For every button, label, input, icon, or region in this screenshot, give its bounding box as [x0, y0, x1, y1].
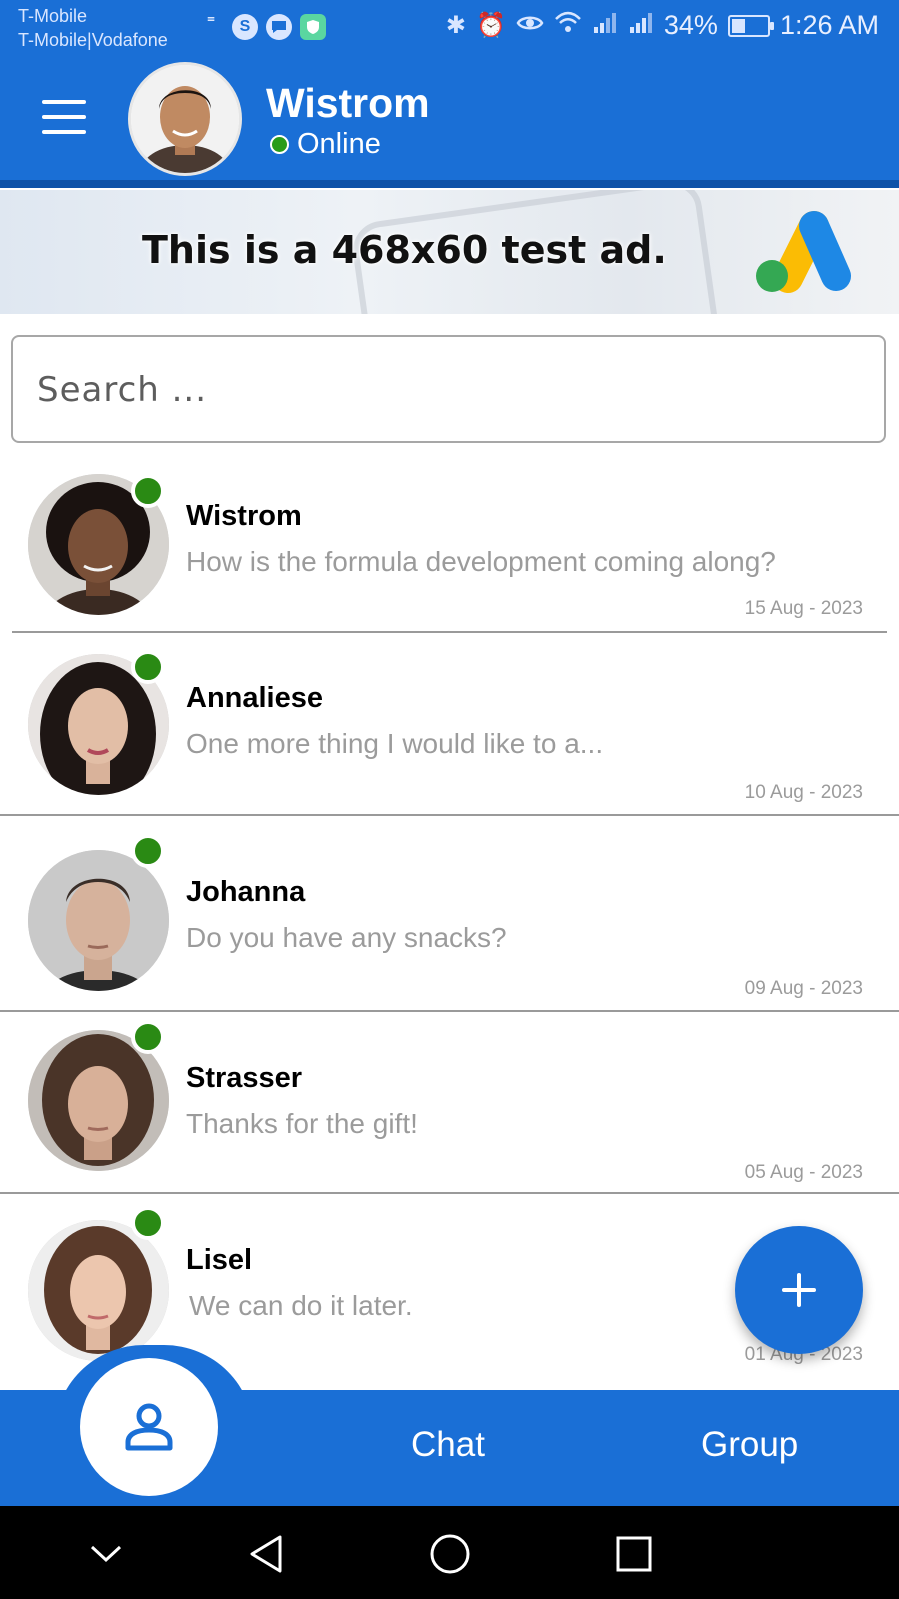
contact-name: Wistrom	[186, 500, 302, 532]
last-message: One more thing I would like to a...	[186, 728, 604, 759]
message-date: 15 Aug - 2023	[744, 598, 863, 619]
message-date: 09 Aug - 2023	[744, 978, 863, 999]
user-name: Wistrom	[266, 80, 430, 126]
search-input[interactable]	[35, 361, 859, 419]
plus-icon	[782, 1273, 816, 1307]
last-message: How is the formula development coming al…	[186, 546, 776, 577]
back-icon[interactable]	[236, 1524, 296, 1584]
status-label: Online	[297, 128, 381, 160]
signal-icon	[592, 11, 618, 40]
clock: 1:26 AM	[779, 10, 879, 40]
last-message: Thanks for the gift!	[186, 1108, 418, 1139]
tab-profile[interactable]	[80, 1358, 218, 1496]
last-message: Do you have any snacks?	[186, 922, 507, 953]
avatar	[28, 850, 169, 991]
eye-icon	[516, 12, 544, 40]
app-header: Wistrom Online	[0, 56, 899, 180]
carrier-name-secondary: T-Mobile|Vodafone	[18, 30, 168, 50]
online-indicator	[131, 474, 165, 508]
tab-chat[interactable]: Chat	[411, 1425, 485, 1465]
message-icon	[266, 14, 292, 40]
person-icon	[125, 1403, 173, 1451]
battery-icon	[727, 14, 774, 37]
chat-row[interactable]: Strasser Thanks for the gift! 05 Aug - 2…	[0, 1012, 899, 1194]
system-indicators: ✱ ⏰ 34% 1:26 AM	[446, 10, 879, 41]
notification-icons: ˭ S	[198, 14, 326, 40]
last-message: We can do it later.	[189, 1290, 413, 1321]
online-indicator	[131, 834, 165, 868]
avatar	[28, 1220, 169, 1361]
row-divider	[12, 631, 887, 633]
contact-name: Strasser	[186, 1062, 303, 1094]
menu-icon[interactable]	[42, 100, 86, 134]
contact-name: Annaliese	[186, 682, 323, 714]
search-box[interactable]	[11, 335, 886, 443]
online-indicator	[270, 135, 289, 154]
system-nav-bar	[0, 1506, 899, 1599]
home-icon[interactable]	[420, 1524, 480, 1584]
battery-percent: 34%	[663, 10, 718, 40]
carrier-name: T-Mobile	[18, 6, 88, 26]
contact-name: Lisel	[186, 1244, 253, 1276]
signal-icon	[628, 11, 654, 40]
recents-icon[interactable]	[604, 1524, 664, 1584]
shield-icon	[300, 14, 326, 40]
status-bar: T-Mobile T-Mobile|Vodafone ˭ S ✱ ⏰ 34% 1…	[0, 0, 899, 56]
chat-row[interactable]: Wistrom How is the formula development c…	[0, 462, 899, 634]
online-indicator	[131, 650, 165, 684]
new-chat-button[interactable]	[735, 1226, 863, 1354]
contact-name: Johanna	[186, 876, 306, 908]
online-indicator	[131, 1020, 165, 1054]
ad-banner[interactable]: This is a 468x60 test ad.	[0, 190, 899, 314]
chat-row[interactable]: Annaliese One more thing I would like to…	[0, 636, 899, 816]
chevron-down-icon[interactable]	[76, 1524, 136, 1584]
alarm-icon: ⏰	[476, 12, 506, 39]
google-ads-logo-icon	[756, 211, 851, 293]
header-divider	[0, 180, 899, 188]
wifi-icon	[554, 11, 582, 40]
avatar[interactable]	[128, 62, 242, 176]
user-status: Online	[270, 128, 381, 161]
bluetooth-icon: ✱	[445, 12, 466, 39]
ad-text: This is a 468x60 test ad.	[142, 228, 667, 272]
message-date: 05 Aug - 2023	[744, 1162, 863, 1183]
skype-icon: S	[232, 14, 258, 40]
tab-group[interactable]: Group	[701, 1425, 798, 1465]
message-date: 10 Aug - 2023	[744, 782, 863, 803]
chat-row[interactable]: Johanna Do you have any snacks? 09 Aug -…	[0, 816, 899, 1012]
online-indicator	[131, 1206, 165, 1240]
voicemail-icon: ˭	[207, 14, 215, 39]
